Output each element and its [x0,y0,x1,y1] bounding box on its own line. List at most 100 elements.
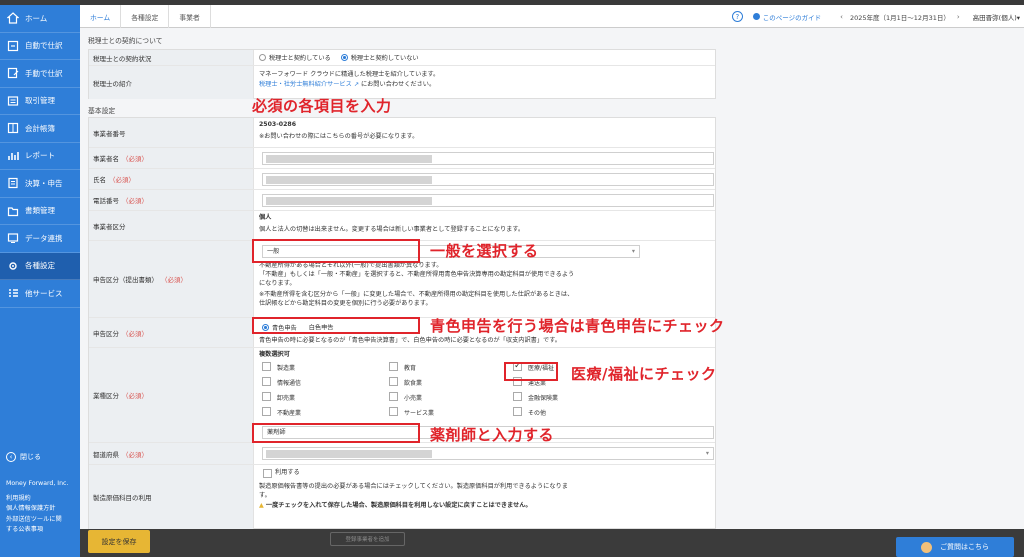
section-title-basic: 基本設定 [88,107,116,115]
contract-no-radio[interactable] [340,54,348,61]
save-settings-button[interactable]: 設定を保存 [88,530,150,553]
industry-label: 卸売業 [277,395,296,402]
grid-icon [7,287,19,299]
gear-icon [7,260,19,272]
sidebar-item-ledger[interactable]: 会計帳簿 [0,115,80,143]
external-tools-link[interactable]: 外部送信ツールに関 する公表事項 [6,515,78,536]
breadcrumb-settings[interactable]: 各種設定 [121,5,170,28]
breadcrumb-business: 事業者 [169,5,211,28]
breadcrumb-home[interactable]: ホーム [80,5,122,28]
dropdown-arrow-icon: ▾ [705,450,709,457]
sidebar-item-label: 書類管理 [25,206,55,216]
industry-label: 不動産業 [277,410,302,417]
industry-checkbox[interactable] [389,362,398,371]
folder-icon [7,205,19,217]
contract-yes-radio[interactable] [259,54,266,61]
question-button[interactable]: ご質問はこちら [896,537,1014,557]
ledger-icon [7,122,19,134]
prefecture-select[interactable]: ▾ [262,447,714,460]
industry-checkbox[interactable] [513,392,522,401]
industry-checkbox[interactable] [262,392,271,401]
contract-label: 税理士との契約状況 [89,50,254,65]
sidebar-item-label: データ連携 [25,233,63,243]
fiscal-year: 2025年度（1月1日〜12月31日） [849,13,950,22]
tax-accountant-table: 税理士との契約状況 税理士と契約している 税理士と契約していない 税理士の紹介 … [88,49,716,99]
sidebar-item-label: 自動で仕訳 [25,41,63,51]
industry-checkbox[interactable] [262,407,271,416]
sidebar-item-label: 他サービス [25,288,63,298]
business-type-row: 事業者区分 個人 個人と法人の切替は出来ません。変更する場合は新しい事業者として… [89,211,715,241]
industry-label: 情報通信 [277,380,302,387]
industry-checkbox[interactable] [389,392,398,401]
business-id-row: 事業者番号 2503-0286 ※お問い合わせの際にはこちらの番号が必要になりま… [89,118,715,148]
annotation-pharmacist: 薬剤師と入力する [430,426,555,444]
sidebar-item-tax-return[interactable]: 決算・申告 [0,170,80,198]
external-link-icon: ↗ [353,81,359,88]
sidebar-item-label: 手動で仕訳 [25,68,63,78]
sidebar-item-home[interactable]: ホーム [0,5,80,33]
page-guide-link[interactable]: このページのガイド [752,12,821,22]
support-avatar-icon [921,541,932,553]
tax-return-icon [7,177,19,189]
report-icon [7,150,19,162]
next-year-chevron-icon[interactable]: › [957,13,960,21]
sidebar-item-data-link[interactable]: データ連携 [0,225,80,253]
industry-checkbox[interactable] [389,377,398,386]
help-icon[interactable]: ? [731,11,743,22]
industry-checkbox[interactable] [262,377,271,386]
sidebar-item-transaction[interactable]: 取引管理 [0,88,80,115]
industry-label: 製造業 [277,365,296,372]
sidebar-item-label: レポート [25,151,55,161]
full-name-input[interactable] [262,173,714,186]
business-selector[interactable]: 高田晋弥(個人)▾ [973,12,1020,22]
business-name-row: 事業者名 （必須） [89,148,715,169]
industry-label: サービス業 [404,410,435,417]
highlight-medical [504,362,558,381]
sidebar-item-manual-journal[interactable]: 手動で仕訳 [0,60,80,88]
footer-bar: 設定を保存 登録事業者を追加 ご質問はこちら [80,529,1024,557]
phone-input[interactable] [262,194,714,207]
data-link-icon [7,232,19,244]
highlight-blue-return [252,317,420,334]
industry-checkbox[interactable] [389,407,398,416]
section-title-tax-accountant: 税理士との契約について [88,37,163,45]
sidebar-item-auto-journal[interactable]: 自動で仕訳 [0,33,80,60]
sidebar: ホーム自動で仕訳手動で仕訳取引管理会計帳簿レポート決算・申告書類管理データ連携各… [0,5,80,557]
highlight-filing-type [252,239,420,263]
sidebar-close-button[interactable]: ‹ 閉じる [6,452,41,462]
sidebar-item-grid[interactable]: 他サービス [0,280,80,308]
privacy-link[interactable]: 個人情報保護方針 [6,504,78,515]
prev-year-chevron-icon[interactable]: ‹ [840,13,843,21]
guide-icon [752,13,760,20]
intro-row: 税理士の紹介 マネーフォワード クラウドに精通した税理士を紹介しています。 税理… [89,66,715,99]
annotation-medical: 医療/福祉にチェック [571,365,717,383]
add-business-button[interactable]: 登録事業者を追加 [330,532,405,546]
sidebar-item-folder[interactable]: 書類管理 [0,198,80,225]
sidebar-item-label: ホーム [25,13,48,23]
manual-journal-icon [7,67,19,79]
industry-checkbox[interactable] [262,362,271,371]
full-name-row: 氏名 （必須） [89,169,715,190]
accountant-referral-link[interactable]: 税理士・社労士無料紹介サービス [259,81,352,88]
terms-link[interactable]: 利用規約 [6,494,78,505]
business-id-value: 2503-0286 [259,121,297,128]
sidebar-footer: Money Forward, Inc. 利用規約 個人情報保護方針 外部送信ツー… [6,479,78,536]
contract-row: 税理士との契約状況 税理士と契約している 税理士と契約していない [89,50,715,66]
industry-checkbox[interactable] [513,407,522,416]
annotation-blue-return: 青色申告を行う場合は青色申告にチェック [430,317,725,335]
manufacturing-cost-row: 製造原価科目の利用 利用する 製造原価報告書等の提出の必要がある場合にはチェック… [89,465,715,529]
sidebar-item-report[interactable]: レポート [0,143,80,170]
sidebar-item-label: 決算・申告 [25,178,63,188]
annotation-required-items: 必須の各項目を入力 [252,97,392,115]
business-name-input[interactable] [262,152,714,165]
industry-label: その他 [528,410,547,417]
sidebar-item-label: 取引管理 [25,96,55,106]
sidebar-item-gear[interactable]: 各種設定 [0,252,80,280]
breadcrumb: ホーム 各種設定 事業者 [80,5,211,28]
prefecture-row: 都道府県 （必須） ▾ [89,443,715,465]
header: ホーム 各種設定 事業者 ? このページのガイド ‹ 2025年度（1月1日〜1… [80,5,1024,28]
company-name: Money Forward, Inc. [6,480,69,487]
industry-label: 金融保険業 [528,395,559,402]
industry-label: 小売業 [404,395,423,402]
annotation-select-general: 一般を選択する [430,242,539,260]
